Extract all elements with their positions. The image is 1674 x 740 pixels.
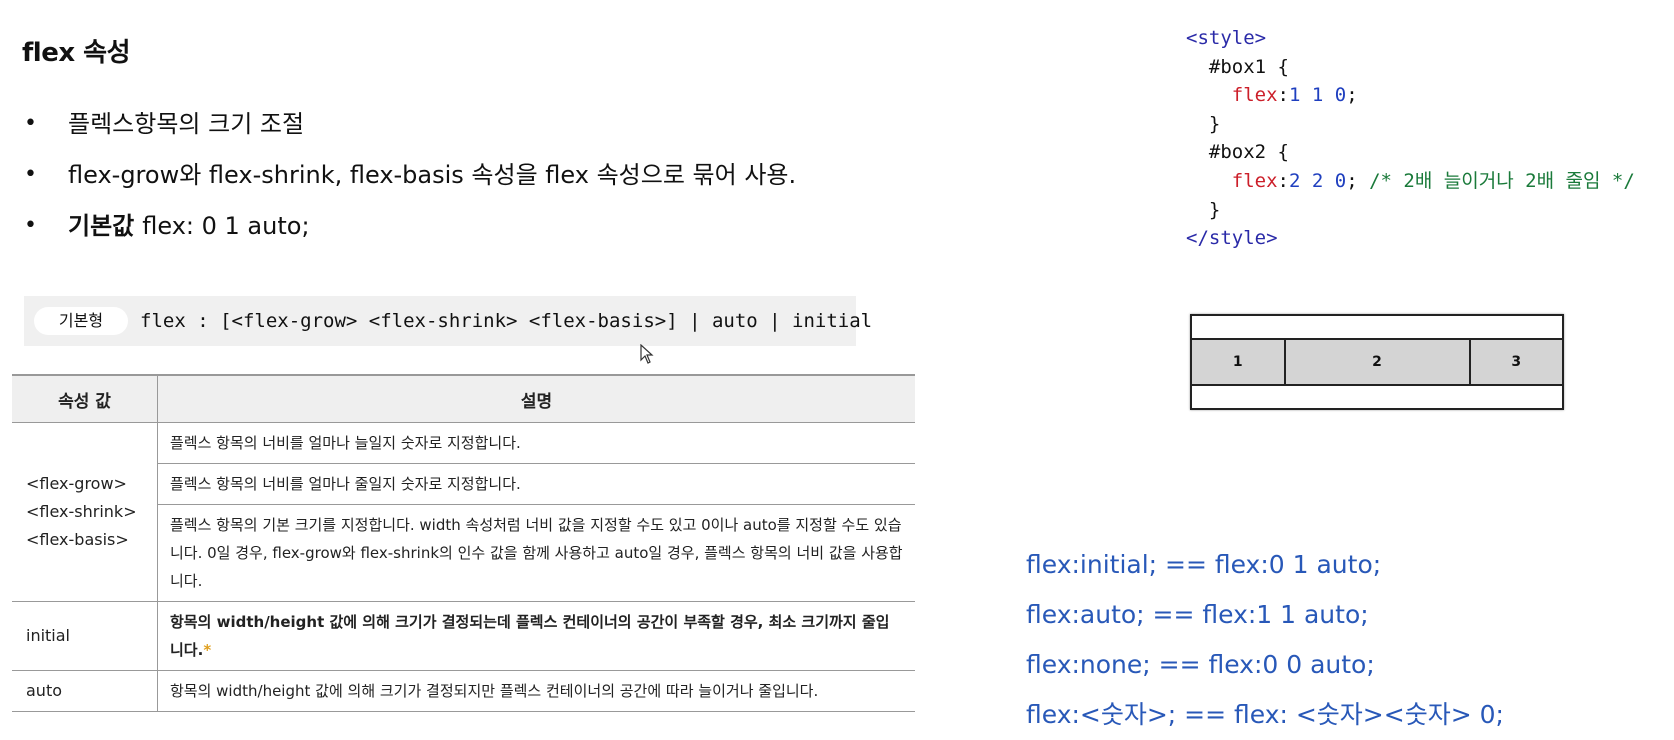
bullet-list: • 플렉스항목의 크기 조절 • flex-grow와 flex-shrink, f…	[24, 104, 796, 257]
description-cell: 항목의 width/height 값에 의해 크기가 결정되지만 플렉스 컨테이…	[157, 670, 915, 712]
value-cell: initial	[12, 601, 158, 671]
value-flex-shrink: <flex-shrink>	[26, 502, 137, 521]
css-code-block: <style> #box1 { flex:1 1 0; } #box2 { fl…	[1186, 24, 1635, 253]
shorthand-number: flex:<숫자>; == flex: <숫자><숫자> 0;	[1026, 700, 1504, 729]
code-style-open: <style>	[1186, 27, 1267, 49]
table-header-row: 속성 값 설명	[12, 374, 915, 423]
star-mark: *	[203, 641, 212, 659]
shorthand-none: flex:none; == flex:0 0 auto;	[1026, 650, 1375, 679]
flex-demo-box-1: 1	[1192, 340, 1286, 384]
code-box2-selector: #box2 {	[1208, 141, 1289, 164]
flex-demo-box-2: 2	[1285, 340, 1471, 384]
column-header-value: 속성 값	[12, 374, 158, 423]
syntax-label: 기본형	[34, 307, 128, 335]
value-cell: auto	[12, 670, 158, 712]
code-box2-property: flex	[1231, 169, 1278, 192]
table-row: <flex-grow> <flex-shrink> <flex-basis> 플…	[12, 422, 915, 602]
code-box2-close: }	[1208, 198, 1221, 221]
code-box2-comment: /* 2배 늘이거나 2배 줄임 */	[1369, 169, 1635, 192]
bullet-item: • flex-grow와 flex-shrink, flex-basis 속성을 …	[24, 155, 796, 206]
mouse-pointer-icon	[640, 344, 654, 364]
value-flex-grow: <flex-grow>	[26, 474, 127, 493]
description-cell: 플렉스 항목의 기본 크기를 지정합니다. width 속성처럼 너비 값을 지…	[157, 504, 915, 602]
code-style-close: </style>	[1186, 227, 1278, 250]
slide-title: flex 속성	[22, 38, 131, 68]
bullet-item: • 플렉스항목의 크기 조절	[24, 104, 796, 155]
bullet-dot: •	[24, 111, 37, 136]
code-box1-semicolon: ;	[1346, 84, 1358, 107]
flex-demo-box-3: 3	[1470, 340, 1562, 384]
group-value-cell: <flex-grow> <flex-shrink> <flex-basis>	[12, 422, 158, 602]
code-box1-close: }	[1208, 112, 1221, 135]
code-box2-value: 2 2 0	[1288, 169, 1347, 192]
shorthand-list: flex:initial; == flex:0 1 auto; flex:aut…	[1026, 540, 1504, 740]
description-cell: 항목의 width/height 값에 의해 크기가 결정되는데 플렉스 컨테이…	[157, 601, 915, 671]
description-text: 항목의 width/height 값에 의해 크기가 결정되는데 플렉스 컨테이…	[170, 613, 890, 659]
property-table: 속성 값 설명 <flex-grow> <flex-shrink> <flex-…	[12, 374, 915, 712]
bullet-text: 플렉스항목의 크기 조절	[68, 110, 305, 138]
shorthand-auto: flex:auto; == flex:1 1 auto;	[1026, 600, 1369, 629]
bullet-text: flex: 0 1 auto;	[142, 212, 310, 240]
bullet-text: flex-grow와 flex-shrink, flex-basis 속성을 f…	[68, 161, 797, 189]
table-row: auto 항목의 width/height 값에 의해 크기가 결정되지만 플렉…	[12, 670, 915, 712]
description-cell: 플렉스 항목의 너비를 얼마나 줄일지 숫자로 지정합니다.	[157, 463, 915, 505]
code-box2-colon: :	[1277, 169, 1289, 192]
table-row: initial 항목의 width/height 값에 의해 크기가 결정되는데…	[12, 601, 915, 671]
code-box1-colon: :	[1277, 84, 1289, 107]
flex-demo-container: 1 2 3	[1190, 314, 1564, 410]
bullet-dot: •	[24, 162, 37, 187]
description-cell: 플렉스 항목의 너비를 얼마나 늘일지 숫자로 지정합니다.	[157, 422, 915, 464]
bullet-dot: •	[24, 213, 37, 238]
code-box1-property: flex	[1231, 84, 1278, 107]
column-header-description: 설명	[157, 374, 915, 423]
bullet-item: • 기본값 flex: 0 1 auto;	[24, 206, 796, 257]
syntax-box: 기본형 flex : [<flex-grow> <flex-shrink> <f…	[24, 296, 872, 346]
code-box1-selector: #box1 {	[1208, 55, 1289, 78]
bullet-strong-label: 기본값	[68, 212, 135, 240]
code-box1-value: 1 1 0	[1288, 84, 1347, 107]
shorthand-initial: flex:initial; == flex:0 1 auto;	[1026, 550, 1382, 579]
flex-demo-row: 1 2 3	[1192, 338, 1562, 386]
value-flex-basis: <flex-basis>	[26, 530, 129, 549]
code-box2-semicolon: ;	[1346, 169, 1358, 192]
syntax-code: flex : [<flex-grow> <flex-shrink> <flex-…	[140, 310, 873, 332]
